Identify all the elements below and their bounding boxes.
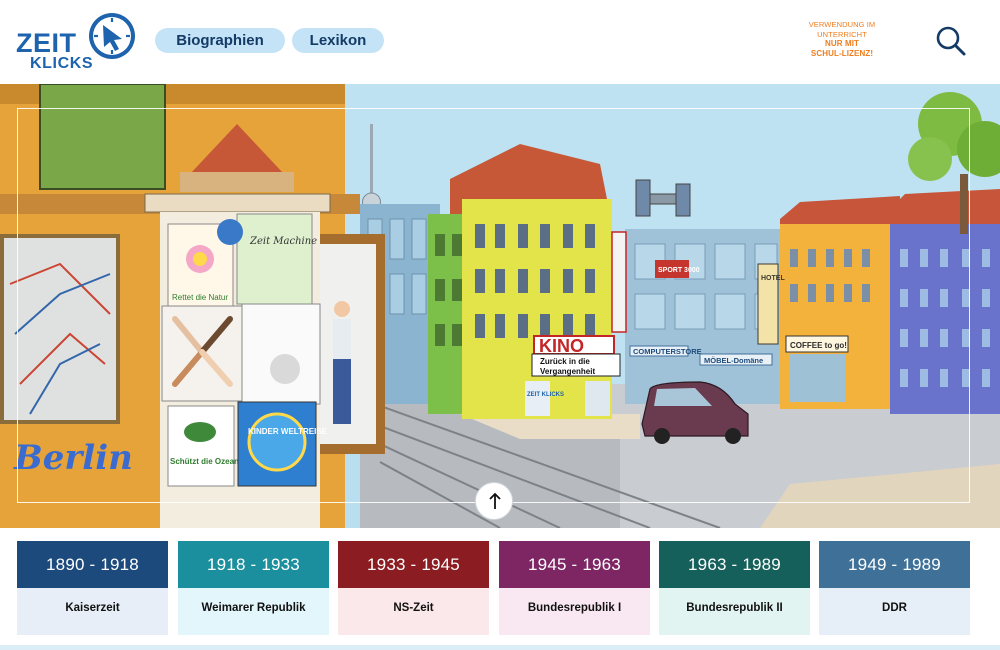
logo-text-klicks: KLICKS bbox=[30, 55, 94, 72]
purple-building bbox=[890, 189, 1000, 414]
school-license-notice: VERWENDUNG IM UNTERRICHT NUR MIT SCHUL-L… bbox=[796, 20, 888, 58]
nav-biographien[interactable]: Biographien bbox=[155, 28, 285, 53]
graffiti-berlin: Berlin bbox=[13, 438, 133, 478]
era-name: Weimarer Republik bbox=[178, 588, 329, 635]
shop-window bbox=[310, 234, 385, 454]
era-card-bundesrepublik-1[interactable]: 1945 - 1963 Bundesrepublik I bbox=[499, 541, 650, 635]
hero-street-illustration: COMPUTERSTORE MÖBEL-Domäne SPORT 3000 KI… bbox=[0, 84, 1000, 528]
search-icon[interactable] bbox=[934, 24, 968, 58]
era-card-bundesrepublik-2[interactable]: 1963 - 1989 Bundesrepublik II bbox=[659, 541, 810, 635]
era-navigation: 1890 - 1918 Kaiserzeit 1918 - 1933 Weima… bbox=[0, 528, 1000, 650]
poster-nature: Rettet die Natur bbox=[172, 293, 228, 302]
era-name: Kaiserzeit bbox=[17, 588, 168, 635]
era-years: 1918 - 1933 bbox=[178, 541, 329, 588]
sign-computerstore: COMPUTERSTORE bbox=[633, 347, 702, 356]
poster-zeit-machine: Zeit Machine bbox=[249, 236, 317, 247]
footer-strip bbox=[0, 645, 1000, 650]
license-line-3: NUR MIT bbox=[824, 39, 860, 48]
era-name: DDR bbox=[819, 588, 970, 635]
era-years: 1949 - 1989 bbox=[819, 541, 970, 588]
era-card-ddr[interactable]: 1949 - 1989 DDR bbox=[819, 541, 970, 635]
poster-kinder: KINDER WELTREISE bbox=[248, 427, 328, 436]
era-years: 1945 - 1963 bbox=[499, 541, 650, 588]
era-name: Bundesrepublik I bbox=[499, 588, 650, 635]
cinema-building: KINO Zurück in die Vergangenheit ZEIT KL… bbox=[450, 144, 627, 419]
sign-kino-banner-2: Vergangenheit bbox=[540, 367, 595, 376]
sign-kino-banner-1: Zurück in die bbox=[540, 357, 590, 366]
scroll-up-button[interactable] bbox=[475, 482, 513, 520]
license-line-4: SCHUL-LIZENZ! bbox=[810, 48, 874, 58]
era-years: 1933 - 1945 bbox=[338, 541, 489, 588]
era-card-weimarer-republik[interactable]: 1918 - 1933 Weimarer Republik bbox=[178, 541, 329, 635]
sign-coffee: COFFEE to go! bbox=[790, 341, 847, 350]
arrow-up-icon bbox=[489, 492, 501, 509]
sign-kino: KINO bbox=[539, 336, 584, 356]
header: ZEIT KLICKS Biographien Lexikon VERWENDU… bbox=[0, 0, 1000, 84]
era-name: Bundesrepublik II bbox=[659, 588, 810, 635]
poster-ocean: Schützt die Ozeane bbox=[170, 457, 244, 466]
zeitklicks-logo[interactable]: ZEIT KLICKS bbox=[14, 10, 138, 76]
nav-lexikon[interactable]: Lexikon bbox=[292, 28, 384, 53]
era-name: NS-Zeit bbox=[338, 588, 489, 635]
license-line-2: UNTERRICHT bbox=[817, 29, 867, 39]
street-scene: COMPUTERSTORE MÖBEL-Domäne SPORT 3000 KI… bbox=[0, 84, 1000, 528]
sign-hotel: HOTEL bbox=[761, 275, 785, 282]
era-card-ns-zeit[interactable]: 1933 - 1945 NS-Zeit bbox=[338, 541, 489, 635]
era-years: 1963 - 1989 bbox=[659, 541, 810, 588]
license-line-1: VERWENDUNG IM bbox=[808, 20, 876, 29]
era-card-kaiserzeit[interactable]: 1890 - 1918 Kaiserzeit bbox=[17, 541, 168, 635]
sign-sport: SPORT 3000 bbox=[658, 267, 700, 274]
era-years: 1890 - 1918 bbox=[17, 541, 168, 588]
clock-cursor-icon bbox=[89, 13, 135, 59]
sign-moebel: MÖBEL-Domäne bbox=[704, 356, 763, 365]
sign-zeitklicks: ZEIT KLICKS bbox=[527, 392, 564, 398]
